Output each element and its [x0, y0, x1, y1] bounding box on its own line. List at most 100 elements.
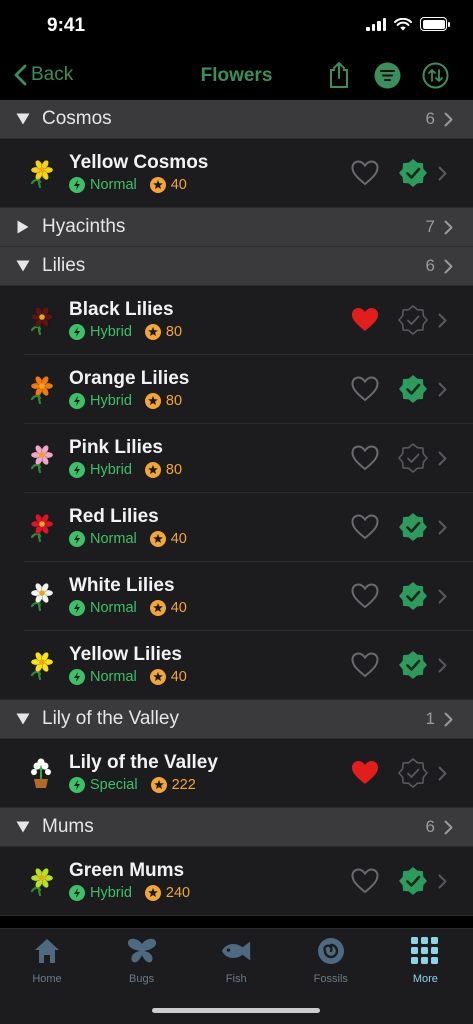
grid-icon	[409, 935, 441, 967]
nav-actions	[325, 61, 449, 89]
collected-button[interactable]	[398, 650, 428, 680]
flower-row[interactable]: Pink Lilies Hybrid 80	[0, 424, 473, 493]
flower-row[interactable]: Lily of the Valley Special 222	[0, 739, 473, 808]
status-time: 9:41	[47, 15, 86, 36]
bolt-icon	[69, 600, 85, 616]
collected-button[interactable]	[398, 305, 428, 335]
flower-price: 40	[170, 600, 187, 616]
filter-icon	[374, 62, 400, 88]
section-name: Cosmos	[42, 108, 112, 129]
collected-button[interactable]	[398, 581, 428, 611]
tab-fish[interactable]: Fish	[189, 935, 283, 985]
section-name: Lilies	[42, 255, 86, 276]
tab-bugs[interactable]: Bugs	[95, 935, 189, 985]
favorite-button[interactable]	[351, 307, 379, 333]
chevron-right-icon	[438, 520, 447, 535]
flower-meta: Normal 40	[69, 600, 187, 616]
butterfly-icon	[126, 935, 158, 967]
favorite-button[interactable]	[351, 868, 379, 894]
section-header[interactable]: Hyacinths 7	[0, 208, 473, 247]
flower-row[interactable]: Yellow Lilies Normal 40	[0, 631, 473, 700]
section-name: Mums	[42, 816, 94, 837]
tab-fossils[interactable]: Fossils	[284, 935, 378, 985]
section-header[interactable]: Cosmos 6	[0, 100, 473, 139]
disclosure-triangle	[16, 112, 30, 126]
flower-name: Yellow Lilies	[69, 644, 182, 665]
share-button[interactable]	[325, 61, 353, 89]
flower-row[interactable]: Orange Lilies Hybrid 80	[0, 355, 473, 424]
bolt-icon	[69, 777, 85, 793]
flower-kind: Normal	[90, 531, 137, 547]
chevron-right-icon	[438, 874, 447, 889]
sort-button[interactable]	[421, 61, 449, 89]
collected-button[interactable]	[398, 443, 428, 473]
heart-outline-icon	[351, 652, 379, 678]
filter-button[interactable]	[373, 61, 401, 89]
flower-meta: Normal 40	[69, 669, 187, 685]
flower-icon	[31, 758, 51, 788]
favorite-button[interactable]	[351, 376, 379, 402]
favorite-button[interactable]	[351, 514, 379, 540]
collected-button[interactable]	[398, 758, 428, 788]
chevron-right-icon	[444, 112, 453, 127]
disclosure-triangle	[16, 259, 30, 273]
collected-button[interactable]	[398, 158, 428, 188]
tab-more[interactable]: More	[378, 935, 472, 985]
star-icon	[150, 777, 167, 793]
flower-row[interactable]: Black Lilies Hybrid 80	[0, 286, 473, 355]
flower-kind: Hybrid	[90, 462, 132, 478]
flower-icon	[30, 651, 54, 681]
collected-badge-icon	[399, 159, 427, 187]
collected-button[interactable]	[398, 866, 428, 896]
flower-meta: Hybrid 80	[69, 393, 182, 409]
collected-button[interactable]	[398, 374, 428, 404]
chevron-right-icon	[438, 313, 447, 328]
sort-icon	[422, 62, 448, 88]
bolt-icon	[69, 324, 85, 340]
collected-badge-icon	[399, 867, 427, 895]
expanded-triangle-icon	[16, 821, 30, 833]
tab-label: Bugs	[129, 973, 155, 985]
section-header[interactable]: Lily of the Valley 1	[0, 700, 473, 739]
tab-label: Fish	[225, 973, 247, 985]
flower-price: 40	[170, 177, 187, 193]
heart-filled-icon	[352, 308, 378, 331]
uncollected-badge-icon	[398, 305, 428, 335]
flower-icon	[30, 867, 54, 897]
tab-home[interactable]: Home	[0, 935, 94, 985]
chevron-right-icon	[444, 712, 453, 727]
section-count: 1	[425, 709, 435, 728]
flower-price: 80	[165, 462, 183, 478]
row-divider	[0, 915, 473, 916]
flower-thumbnail	[26, 442, 56, 474]
disclosure-triangle	[16, 712, 30, 726]
favorite-button[interactable]	[351, 445, 379, 471]
collected-button[interactable]	[398, 512, 428, 542]
flower-row[interactable]: White Lilies Normal 40	[0, 562, 473, 631]
flower-price: 80	[165, 324, 183, 340]
flower-row[interactable]: Red Lilies Normal 40	[0, 493, 473, 562]
tab-label: Home	[32, 973, 62, 985]
star-icon	[144, 393, 161, 409]
favorite-button[interactable]	[351, 160, 379, 186]
section-header[interactable]: Mums 6	[0, 808, 473, 847]
section-header[interactable]: Lilies 6	[0, 247, 473, 286]
status-bar: 9:41	[0, 0, 473, 52]
favorite-button[interactable]	[351, 652, 379, 678]
navigation-bar: Back Flowers	[0, 52, 473, 100]
chevron-right-icon	[444, 220, 453, 235]
favorite-button[interactable]	[351, 583, 379, 609]
flower-name: Lily of the Valley	[69, 752, 218, 773]
flower-icon	[30, 444, 54, 474]
chevron-right-icon	[438, 166, 447, 181]
flower-thumbnail	[26, 757, 56, 789]
flower-name: Yellow Cosmos	[69, 152, 209, 173]
flower-meta: Hybrid 240	[69, 885, 190, 901]
favorite-button[interactable]	[351, 760, 379, 786]
battery-icon	[420, 17, 450, 31]
flower-row[interactable]: Green Mums Hybrid 240	[0, 847, 473, 916]
tab-label: Fossils	[313, 973, 348, 985]
chevron-right-icon	[438, 589, 447, 604]
flower-row[interactable]: Yellow Cosmos Normal 40	[0, 139, 473, 208]
bolt-icon	[69, 462, 85, 478]
